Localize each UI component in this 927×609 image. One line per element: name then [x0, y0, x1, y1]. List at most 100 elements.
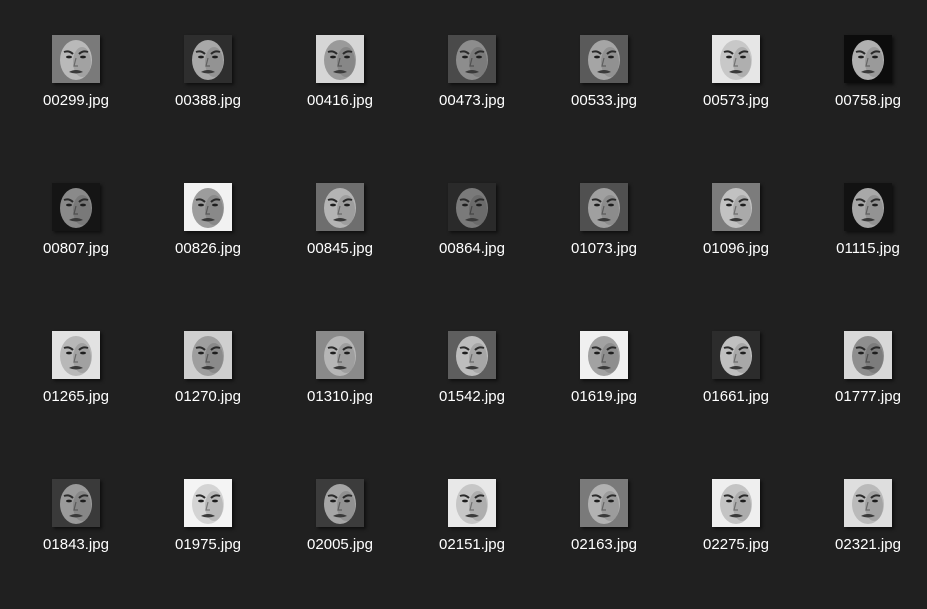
file-tile[interactable]: 01661.jpg — [681, 331, 791, 461]
face-thumbnail-icon — [580, 331, 628, 379]
file-tile[interactable]: 02163.jpg — [549, 479, 659, 609]
file-name-label: 01542.jpg — [439, 388, 505, 405]
face-thumbnail-icon — [580, 183, 628, 231]
file-thumbnail[interactable] — [844, 331, 892, 379]
face-thumbnail-icon — [52, 183, 100, 231]
face-thumbnail-icon — [184, 35, 232, 83]
face-thumbnail-icon — [712, 331, 760, 379]
file-thumbnail[interactable] — [580, 331, 628, 379]
file-thumbnail[interactable] — [844, 479, 892, 527]
file-thumbnail[interactable] — [184, 35, 232, 83]
file-thumbnail[interactable] — [580, 479, 628, 527]
file-tile[interactable]: 01115.jpg — [813, 183, 923, 313]
file-tile[interactable]: 00758.jpg — [813, 35, 923, 165]
face-thumbnail-icon — [316, 35, 364, 83]
file-name-label: 01975.jpg — [175, 536, 241, 553]
face-thumbnail-icon — [712, 35, 760, 83]
file-thumbnail[interactable] — [844, 183, 892, 231]
file-name-label: 00573.jpg — [703, 92, 769, 109]
file-tile[interactable]: 01843.jpg — [21, 479, 131, 609]
file-tile[interactable]: 00533.jpg — [549, 35, 659, 165]
file-tile[interactable]: 02151.jpg — [417, 479, 527, 609]
file-tile[interactable]: 01975.jpg — [153, 479, 263, 609]
face-thumbnail-icon — [52, 331, 100, 379]
face-thumbnail-icon — [580, 35, 628, 83]
file-tile[interactable]: 02321.jpg — [813, 479, 923, 609]
file-tile[interactable]: 01777.jpg — [813, 331, 923, 461]
file-name-label: 02163.jpg — [571, 536, 637, 553]
file-thumbnail[interactable] — [844, 35, 892, 83]
file-thumbnail[interactable] — [316, 35, 364, 83]
file-tile[interactable]: 02275.jpg — [681, 479, 791, 609]
file-name-label: 02321.jpg — [835, 536, 901, 553]
file-name-label: 01115.jpg — [836, 240, 900, 257]
file-tile[interactable]: 01310.jpg — [285, 331, 395, 461]
file-tile[interactable]: 02005.jpg — [285, 479, 395, 609]
file-name-label: 01619.jpg — [571, 388, 637, 405]
file-tile[interactable]: 01270.jpg — [153, 331, 263, 461]
file-tile[interactable]: 01265.jpg — [21, 331, 131, 461]
file-grid: 00299.jpg 00388.jpg 00416.jpg 00473.jpg 0053… — [0, 0, 927, 572]
file-tile[interactable]: 01073.jpg — [549, 183, 659, 313]
file-name-label: 02005.jpg — [307, 536, 373, 553]
file-name-label: 01777.jpg — [835, 388, 901, 405]
file-name-label: 01661.jpg — [703, 388, 769, 405]
file-name-label: 00416.jpg — [307, 92, 373, 109]
file-thumbnail[interactable] — [448, 183, 496, 231]
file-name-label: 01096.jpg — [703, 240, 769, 257]
file-tile[interactable]: 01619.jpg — [549, 331, 659, 461]
file-name-label: 01073.jpg — [571, 240, 637, 257]
file-name-label: 02151.jpg — [439, 536, 505, 553]
face-thumbnail-icon — [448, 331, 496, 379]
file-thumbnail[interactable] — [184, 183, 232, 231]
file-tile[interactable]: 00573.jpg — [681, 35, 791, 165]
file-tile[interactable]: 00864.jpg — [417, 183, 527, 313]
file-name-label: 01843.jpg — [43, 536, 109, 553]
face-thumbnail-icon — [580, 479, 628, 527]
file-thumbnail[interactable] — [712, 183, 760, 231]
file-tile[interactable]: 01096.jpg — [681, 183, 791, 313]
file-thumbnail[interactable] — [52, 35, 100, 83]
file-thumbnail[interactable] — [316, 331, 364, 379]
file-tile[interactable]: 00807.jpg — [21, 183, 131, 313]
file-thumbnail[interactable] — [580, 35, 628, 83]
file-thumbnail[interactable] — [712, 331, 760, 379]
face-thumbnail-icon — [316, 183, 364, 231]
face-thumbnail-icon — [52, 479, 100, 527]
file-thumbnail[interactable] — [52, 331, 100, 379]
file-thumbnail[interactable] — [448, 331, 496, 379]
file-thumbnail[interactable] — [580, 183, 628, 231]
file-thumbnail[interactable] — [52, 479, 100, 527]
face-thumbnail-icon — [844, 479, 892, 527]
file-tile[interactable]: 00473.jpg — [417, 35, 527, 165]
file-name-label: 00807.jpg — [43, 240, 109, 257]
face-thumbnail-icon — [184, 331, 232, 379]
file-tile[interactable]: 00845.jpg — [285, 183, 395, 313]
file-thumbnail[interactable] — [448, 35, 496, 83]
file-name-label: 01270.jpg — [175, 388, 241, 405]
face-thumbnail-icon — [844, 183, 892, 231]
file-name-label: 00826.jpg — [175, 240, 241, 257]
file-thumbnail[interactable] — [448, 479, 496, 527]
file-thumbnail[interactable] — [712, 479, 760, 527]
file-thumbnail[interactable] — [316, 479, 364, 527]
file-name-label: 00473.jpg — [439, 92, 505, 109]
face-thumbnail-icon — [52, 35, 100, 83]
face-thumbnail-icon — [844, 35, 892, 83]
file-thumbnail[interactable] — [184, 479, 232, 527]
file-thumbnail[interactable] — [712, 35, 760, 83]
file-tile[interactable]: 00416.jpg — [285, 35, 395, 165]
file-tile[interactable]: 00826.jpg — [153, 183, 263, 313]
file-tile[interactable]: 01542.jpg — [417, 331, 527, 461]
file-name-label: 00864.jpg — [439, 240, 505, 257]
file-thumbnail[interactable] — [184, 331, 232, 379]
file-tile[interactable]: 00299.jpg — [21, 35, 131, 165]
file-name-label: 01265.jpg — [43, 388, 109, 405]
file-thumbnail[interactable] — [52, 183, 100, 231]
file-name-label: 00388.jpg — [175, 92, 241, 109]
face-thumbnail-icon — [316, 331, 364, 379]
face-thumbnail-icon — [316, 479, 364, 527]
file-tile[interactable]: 00388.jpg — [153, 35, 263, 165]
file-thumbnail[interactable] — [316, 183, 364, 231]
face-thumbnail-icon — [448, 35, 496, 83]
